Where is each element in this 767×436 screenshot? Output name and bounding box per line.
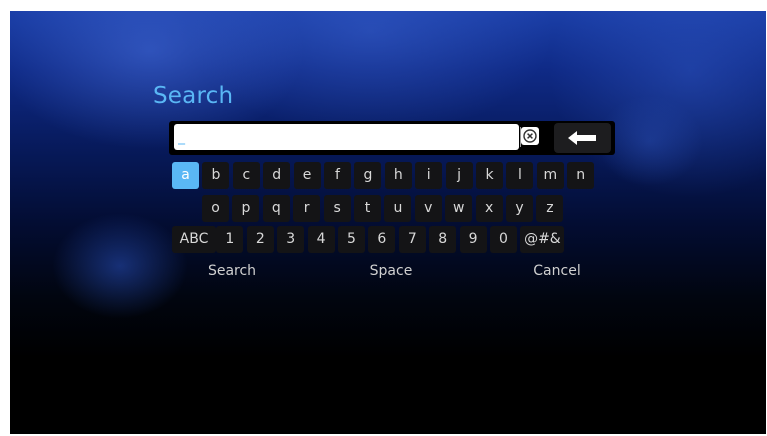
tv-screen: Search abcdefghijklmn opqrstuvwxyz ABC1234… (10, 11, 766, 434)
key-c[interactable]: c (232, 162, 260, 189)
key-2[interactable]: 2 (246, 226, 274, 253)
key-x[interactable]: x (475, 195, 503, 222)
key-v[interactable]: v (414, 195, 442, 222)
page-title: Search (153, 83, 234, 109)
key-s[interactable]: s (323, 195, 351, 222)
key-z[interactable]: z (536, 195, 564, 222)
key-d[interactable]: d (263, 162, 291, 189)
search-button[interactable]: Search (193, 259, 271, 283)
key-k[interactable]: k (476, 162, 503, 189)
key-u[interactable]: u (384, 195, 412, 222)
key-7[interactable]: 7 (398, 226, 426, 253)
key-p[interactable]: p (232, 195, 260, 222)
key-l[interactable]: l (506, 162, 534, 189)
key-symbols[interactable]: @#& (520, 226, 565, 253)
key-n[interactable]: n (567, 162, 595, 189)
key-9[interactable]: 9 (459, 226, 487, 253)
backspace-button[interactable] (554, 123, 611, 153)
cancel-button[interactable]: Cancel (523, 259, 591, 283)
key-6[interactable]: 6 (368, 226, 396, 253)
key-8[interactable]: 8 (429, 226, 457, 253)
key-0[interactable]: 0 (490, 226, 517, 253)
key-b[interactable]: b (202, 162, 230, 189)
key-i[interactable]: i (415, 162, 443, 189)
search-field[interactable] (174, 124, 521, 150)
key-j[interactable]: j (445, 162, 473, 189)
key-abc[interactable]: ABC (172, 226, 216, 253)
key-t[interactable]: t (354, 195, 381, 222)
key-a[interactable]: a (172, 162, 199, 189)
clear-button[interactable] (521, 127, 539, 145)
key-y[interactable]: y (506, 195, 533, 222)
key-m[interactable]: m (536, 162, 564, 189)
key-w[interactable]: w (445, 195, 473, 222)
clear-x-icon (523, 129, 537, 143)
key-q[interactable]: q (262, 195, 290, 222)
search-bar (169, 121, 615, 155)
space-button[interactable]: Space (359, 259, 423, 283)
key-h[interactable]: h (384, 162, 412, 189)
backspace-arrow-icon (568, 131, 596, 145)
key-3[interactable]: 3 (277, 226, 305, 253)
key-r[interactable]: r (293, 195, 321, 222)
key-1[interactable]: 1 (216, 226, 244, 253)
search-input[interactable] (178, 126, 478, 148)
key-f[interactable]: f (324, 162, 351, 189)
key-4[interactable]: 4 (307, 226, 335, 253)
key-o[interactable]: o (202, 195, 229, 222)
key-g[interactable]: g (354, 162, 382, 189)
key-5[interactable]: 5 (338, 226, 365, 253)
key-e[interactable]: e (293, 162, 321, 189)
